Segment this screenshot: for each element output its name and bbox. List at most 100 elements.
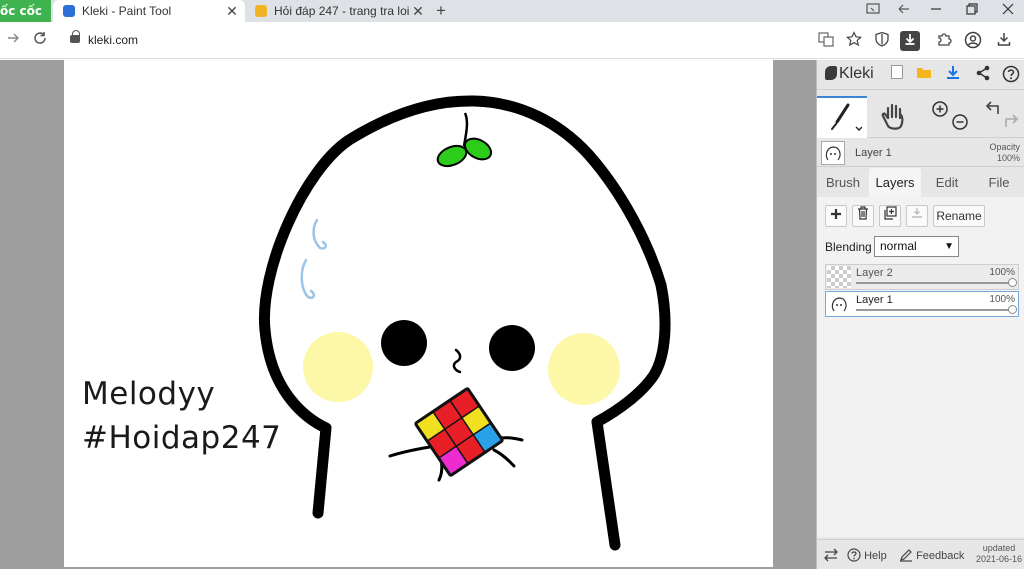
- bookmark-star-icon[interactable]: [844, 31, 864, 51]
- browser-brand-logo[interactable]: ốc cốc: [0, 0, 51, 22]
- panel-footer: Help Feedback updated 2021-06-16: [817, 539, 1024, 569]
- redo-icon[interactable]: [1005, 114, 1019, 127]
- layer-thumbnail-drawing: [827, 293, 851, 315]
- delete-layer-button[interactable]: [852, 205, 874, 227]
- blending-select[interactable]: normal ▼: [874, 236, 959, 257]
- hoidap-favicon-icon: [255, 5, 267, 17]
- character-outline: [258, 95, 671, 551]
- canvas-workspace[interactable]: Melodyy #Hoidap247: [0, 60, 816, 569]
- tab-title: Kleki - Paint Tool: [82, 4, 172, 18]
- translate-icon[interactable]: [816, 31, 836, 51]
- mouth: [452, 348, 462, 374]
- kleki-side-panel: Kleki Layer 1 Opacity 100% Brush Layers …: [816, 60, 1024, 569]
- feedback-label: Feedback: [916, 550, 965, 562]
- share-icon[interactable]: [973, 65, 993, 85]
- close-tab-icon[interactable]: ✕: [409, 3, 427, 20]
- kleki-logo-icon: [825, 66, 837, 80]
- add-layer-button[interactable]: [825, 205, 847, 227]
- duplicate-icon: [884, 206, 897, 220]
- hand-icon: [881, 103, 904, 130]
- tab-title: Hỏi đáp 247 - trang tra loi: [274, 4, 409, 18]
- layer-opacity-slider[interactable]: [856, 309, 1011, 311]
- panel-tabs: Brush Layers Edit File: [817, 168, 1024, 197]
- eye-right: [489, 325, 535, 371]
- help-link[interactable]: Help: [847, 548, 887, 562]
- opacity-label: Opacity: [989, 142, 1020, 152]
- duplicate-layer-button[interactable]: [879, 205, 901, 227]
- sweat-drop-lower: [300, 258, 316, 299]
- blending-value: normal: [880, 239, 917, 253]
- zoom-in-icon[interactable]: [932, 101, 948, 117]
- tab-edit[interactable]: Edit: [925, 168, 969, 197]
- cheek-left: [303, 332, 373, 402]
- tab-search-icon[interactable]: [888, 0, 920, 22]
- updated-date: 2021-06-16: [975, 554, 1022, 564]
- lock-icon: [70, 30, 80, 43]
- current-layer-name: Layer 1: [855, 147, 892, 159]
- layer-name: Layer 2: [856, 267, 893, 279]
- hand-tool[interactable]: [869, 96, 919, 138]
- layer-opacity: 100%: [989, 267, 1015, 278]
- browser-tab-bar: ốc cốc Kleki - Paint Tool ✕ Hỏi đáp 247 …: [0, 0, 1024, 22]
- zoom-controls: [923, 96, 973, 138]
- layer-opacity: 100%: [989, 294, 1015, 305]
- layer-row-layer-1[interactable]: Layer 1 100%: [825, 291, 1019, 317]
- save-download-icon[interactable]: [943, 65, 963, 85]
- reload-icon[interactable]: [29, 30, 51, 52]
- plus-icon: [831, 209, 841, 219]
- layer-opacity-slider-handle[interactable]: [1008, 278, 1017, 287]
- tab-layers[interactable]: Layers: [869, 168, 921, 197]
- omnibox[interactable]: kleki.com: [62, 28, 812, 54]
- cheek-right: [548, 333, 620, 405]
- tab-file[interactable]: File: [977, 168, 1021, 197]
- new-image-icon[interactable]: [887, 65, 907, 85]
- tab-kleki[interactable]: Kleki - Paint Tool ✕: [53, 0, 245, 22]
- close-tab-icon[interactable]: ✕: [223, 3, 241, 20]
- address-bar: kleki.com: [0, 22, 1024, 59]
- help-label: Help: [864, 550, 887, 562]
- chevron-down-icon: ▼: [944, 241, 954, 252]
- window-close-icon[interactable]: [992, 0, 1024, 22]
- feedback-link[interactable]: Feedback: [899, 548, 964, 562]
- current-layer-bar: Layer 1 Opacity 100%: [817, 139, 1024, 167]
- trash-icon: [858, 206, 868, 220]
- screenshot-icon[interactable]: [857, 0, 889, 22]
- rename-layer-button[interactable]: Rename: [933, 205, 985, 227]
- help-circle-icon: [847, 548, 861, 562]
- url-text[interactable]: kleki.com: [88, 33, 138, 47]
- kleki-logo[interactable]: Kleki: [825, 65, 874, 83]
- rubiks-cube: [414, 387, 504, 477]
- download-icon[interactable]: [994, 31, 1014, 51]
- download-manager-icon[interactable]: [900, 31, 920, 51]
- help-icon[interactable]: [1001, 65, 1021, 85]
- tool-bar: [817, 96, 1024, 138]
- drawing-artwork: [258, 95, 671, 551]
- tab-hoidap247[interactable]: Hỏi đáp 247 - trang tra loi ✕: [245, 0, 431, 22]
- history-controls: [977, 96, 1024, 138]
- shield-icon[interactable]: [872, 31, 892, 51]
- layer-opacity-slider[interactable]: [856, 282, 1011, 284]
- eye-left: [381, 320, 427, 366]
- zoom-out-icon[interactable]: [952, 114, 968, 130]
- extensions-icon[interactable]: [934, 31, 954, 51]
- profile-icon[interactable]: [963, 31, 983, 51]
- layer-thumbnail-transparent: [827, 266, 851, 288]
- restore-icon[interactable]: [956, 0, 988, 22]
- current-layer-thumbnail: [821, 141, 845, 165]
- brush-tool[interactable]: [817, 96, 867, 138]
- swap-ui-side-icon[interactable]: [823, 548, 839, 565]
- layer-row-layer-2[interactable]: Layer 2 100%: [825, 264, 1019, 290]
- drawing-canvas[interactable]: Melodyy #Hoidap247: [64, 60, 773, 567]
- updated-label: updated: [982, 543, 1016, 553]
- open-folder-icon[interactable]: [914, 65, 934, 85]
- minimize-icon[interactable]: [920, 0, 952, 22]
- blending-label: Blending: [825, 240, 872, 254]
- undo-icon[interactable]: [985, 101, 999, 114]
- pencil-feedback-icon: [900, 549, 912, 562]
- merge-layer-button[interactable]: [906, 205, 928, 227]
- layer-opacity-slider-handle[interactable]: [1008, 305, 1017, 314]
- new-tab-button[interactable]: +: [432, 0, 450, 22]
- panel-header: Kleki: [817, 60, 1024, 90]
- forward-icon[interactable]: [2, 30, 24, 52]
- tab-brush[interactable]: Brush: [821, 168, 865, 197]
